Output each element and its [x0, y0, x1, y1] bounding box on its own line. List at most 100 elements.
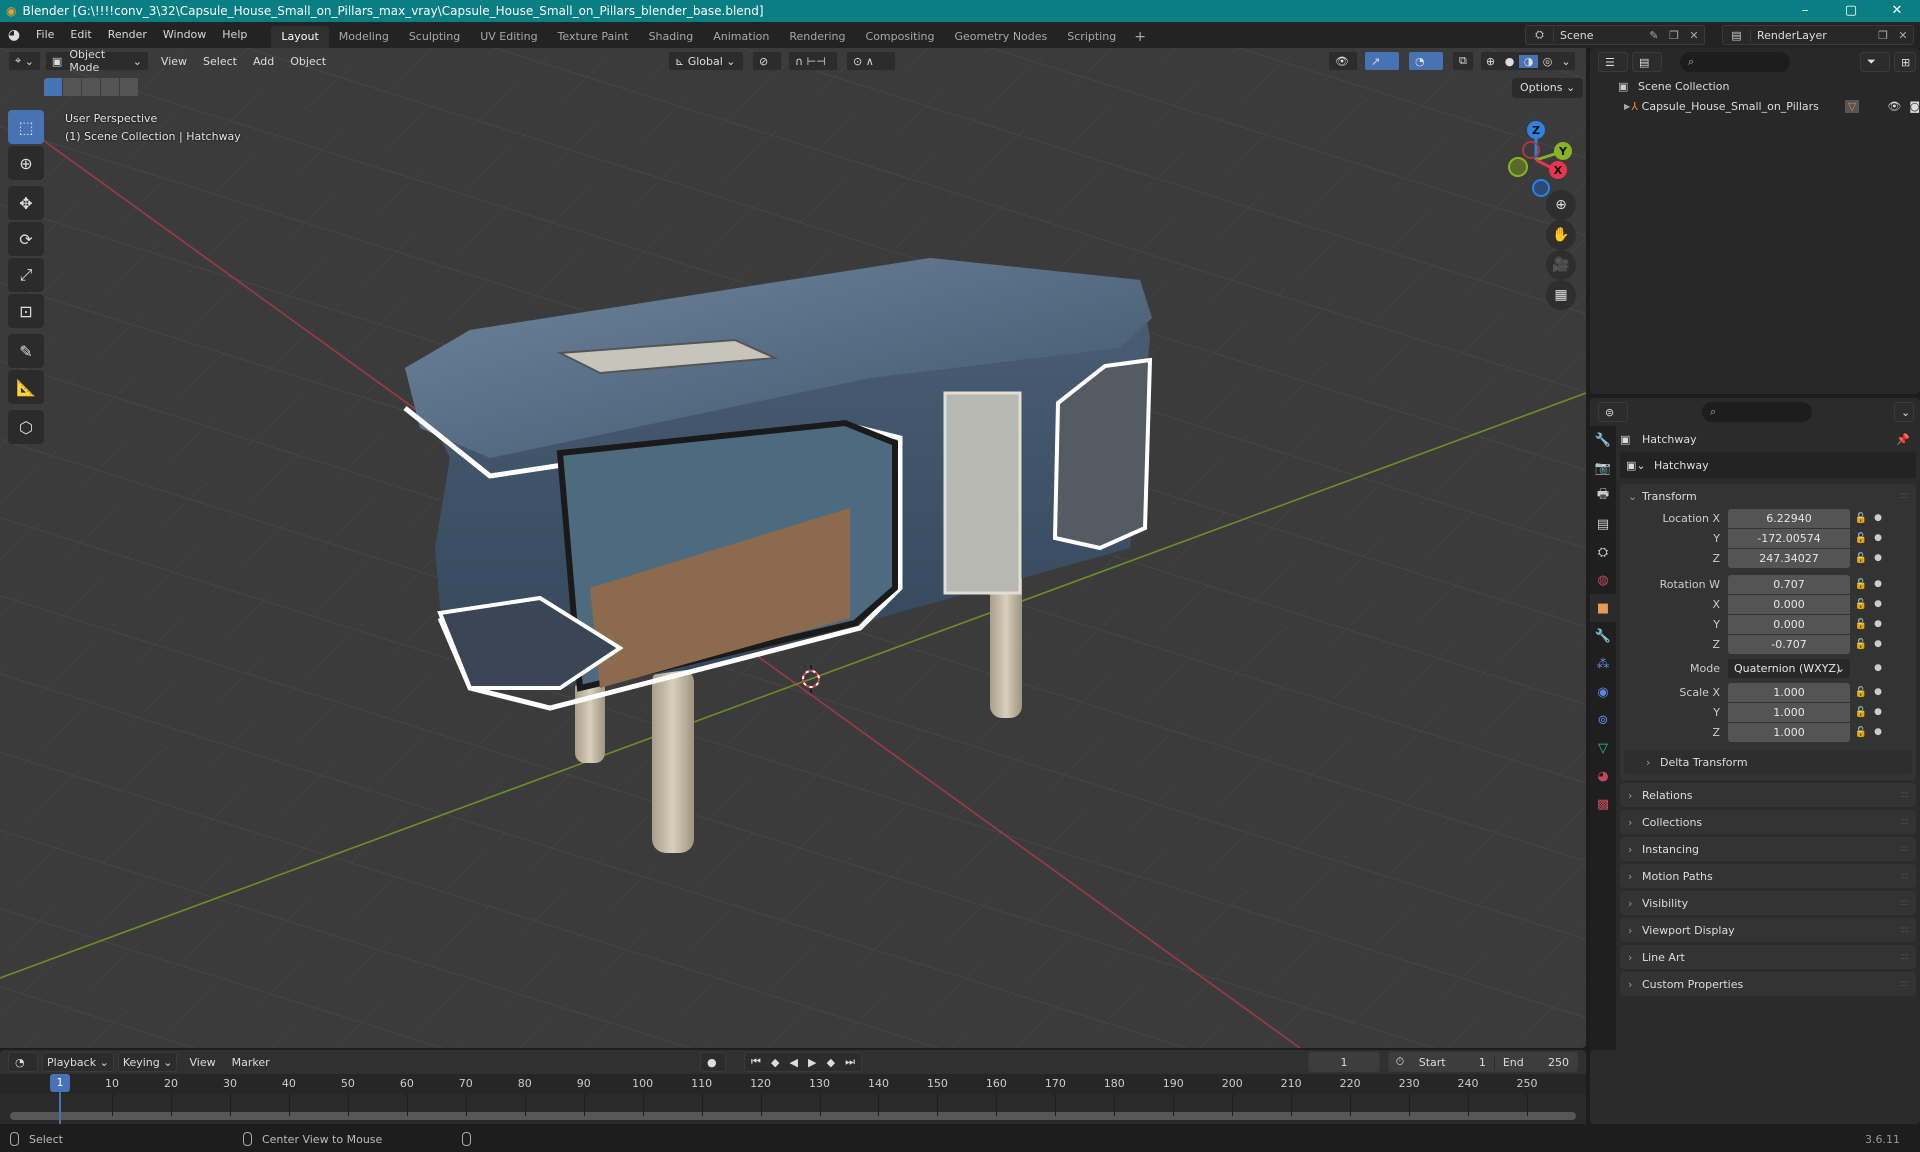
transform-tool[interactable]: ⊡	[8, 294, 44, 328]
output-tab[interactable]: 🖶	[1590, 482, 1616, 510]
eye-icon[interactable]: 👁	[1887, 100, 1901, 113]
rotation-mode-dropdown[interactable]: Quaternion (WXYZ) ⌄	[1728, 659, 1850, 678]
start-frame-field[interactable]: Start 1	[1411, 1056, 1494, 1069]
scale-x-field[interactable]: 1.000	[1728, 683, 1850, 702]
timeline-scrollbar[interactable]	[10, 1112, 1576, 1120]
tab-scripting[interactable]: Scripting	[1057, 26, 1126, 48]
new-scene-icon[interactable]: ❐	[1664, 29, 1684, 42]
keyframe-dot-icon[interactable]: ●	[1872, 513, 1884, 523]
visibility-panel[interactable]: › Visibility::::	[1620, 891, 1916, 915]
modifier-icon[interactable]: ▽	[1844, 99, 1860, 113]
navigation-gizmo[interactable]: Z Y X	[1496, 110, 1586, 240]
properties-search-input[interactable]: ⌕	[1702, 402, 1812, 422]
new-view-layer-icon[interactable]: ❐	[1873, 29, 1893, 42]
delete-view-layer-icon[interactable]: ✕	[1893, 29, 1913, 42]
relations-panel[interactable]: › Relations::::	[1620, 783, 1916, 807]
drag-grip-icon[interactable]: ::::	[1900, 925, 1909, 935]
properties-editor-type[interactable]: ⊜	[1598, 402, 1628, 422]
drag-grip-icon[interactable]: ::::	[1900, 871, 1909, 881]
menu-object[interactable]: Object	[282, 55, 334, 68]
select-invert-icon[interactable]	[101, 78, 119, 96]
outliner-item[interactable]: ▶ ⅄ Capsule_House_Small_on_Pillars ▽ 👁 ◙	[1590, 96, 1920, 116]
expand-arrow-icon[interactable]: ▶	[1624, 102, 1631, 111]
drag-grip-icon[interactable]: ::::	[1900, 491, 1909, 501]
rotation-y-field[interactable]: 0.000	[1728, 615, 1850, 634]
pin-icon[interactable]: ✎	[1644, 29, 1664, 42]
render-tab[interactable]: 📷	[1590, 454, 1616, 482]
minimize-button[interactable]: –	[1782, 0, 1828, 22]
add-workspace-button[interactable]: +	[1126, 26, 1154, 48]
viewport-display-panel[interactable]: › Viewport Display::::	[1620, 918, 1916, 942]
collections-panel[interactable]: › Collections::::	[1620, 810, 1916, 834]
drag-grip-icon[interactable]: ::::	[1900, 844, 1909, 854]
modifier-tab[interactable]: 🔧	[1590, 622, 1616, 650]
new-collection-button[interactable]: ⊞	[1894, 52, 1916, 72]
auto-keying-toggle[interactable]: ●	[700, 1052, 726, 1072]
datablock-name[interactable]: Hatchway	[1654, 459, 1709, 472]
options-dropdown[interactable]: Options ⌄	[1512, 78, 1584, 98]
mode-dropdown[interactable]: ▣ Object Mode ⌄	[44, 48, 149, 74]
select-new-icon[interactable]	[44, 78, 62, 96]
constraints-tab[interactable]: ⊚	[1590, 706, 1616, 734]
keyframe-dot-icon[interactable]: ●	[1872, 619, 1884, 629]
current-frame-field[interactable]: 1	[1308, 1052, 1380, 1072]
tab-uv-editing[interactable]: UV Editing	[470, 26, 547, 48]
overlays-toggle[interactable]: ◔	[1408, 51, 1444, 71]
delta-transform-subpanel[interactable]: › Delta Transform	[1624, 750, 1912, 774]
keying-dropdown[interactable]: Keying ⌄	[117, 1052, 178, 1072]
jump-end-icon[interactable]: ⏭	[845, 1055, 855, 1069]
shading-options-icon[interactable]: ⌄	[1557, 55, 1575, 68]
drag-grip-icon[interactable]: ::::	[1900, 898, 1909, 908]
material-tab[interactable]: ◕	[1590, 762, 1616, 790]
editor-type-button[interactable]: ⌖ ⌄	[8, 51, 41, 71]
rotation-x-field[interactable]: 0.000	[1728, 595, 1850, 614]
move-tool[interactable]: ✥	[8, 186, 44, 220]
tool-tab[interactable]: 🔧	[1590, 426, 1616, 454]
view-layer-name[interactable]: RenderLayer	[1751, 29, 1873, 42]
menu-render[interactable]: Render	[100, 22, 155, 48]
pin-icon[interactable]: 📌	[1896, 433, 1910, 446]
display-mode-dropdown[interactable]: ▤	[1632, 52, 1662, 72]
stopwatch-icon[interactable]: ⏱	[1389, 1055, 1411, 1069]
tab-animation[interactable]: Animation	[703, 26, 779, 48]
menu-file[interactable]: File	[28, 22, 62, 48]
timeline-ruler[interactable]: 10 20 30 40 50 60 70 80 90 100 110 120 130 140 150 160 1…	[0, 1074, 1586, 1094]
location-x-field[interactable]: 6.22940	[1728, 509, 1850, 528]
outliner-editor-type[interactable]: ☰	[1598, 52, 1628, 72]
scene-tab[interactable]: ⛭	[1590, 538, 1616, 566]
keyframe-dot-icon[interactable]: ●	[1872, 533, 1884, 543]
lock-icon[interactable]: 🔓	[1850, 553, 1872, 564]
tab-modeling[interactable]: Modeling	[329, 26, 399, 48]
instancing-panel[interactable]: › Instancing::::	[1620, 837, 1916, 861]
play-reverse-icon[interactable]: ◀	[790, 1056, 798, 1069]
delete-scene-icon[interactable]: ✕	[1684, 29, 1704, 42]
camera-view-button[interactable]: 🎥	[1546, 250, 1576, 280]
timeline-track-area[interactable]	[0, 1094, 1586, 1124]
proportional-editing-toggle[interactable]: ⊙ ∧	[846, 51, 896, 71]
tab-rendering[interactable]: Rendering	[779, 26, 855, 48]
scale-tool[interactable]: ⤢	[8, 258, 44, 292]
drag-grip-icon[interactable]: ::::	[1900, 790, 1909, 800]
location-z-field[interactable]: 247.34027	[1728, 549, 1850, 568]
xray-toggle[interactable]: ⧉	[1452, 51, 1474, 71]
world-tab[interactable]: ◍	[1590, 566, 1616, 594]
data-tab[interactable]: ▽	[1590, 734, 1616, 762]
end-frame-field[interactable]: End 250	[1493, 1055, 1577, 1069]
drag-grip-icon[interactable]: ::::	[1900, 817, 1909, 827]
tab-compositing[interactable]: Compositing	[856, 26, 945, 48]
menu-help[interactable]: Help	[214, 22, 255, 48]
lock-icon[interactable]: 🔓	[1850, 533, 1872, 544]
rotation-z-field[interactable]: -0.707	[1728, 635, 1850, 654]
wireframe-shading-icon[interactable]: ⊕	[1481, 55, 1500, 68]
keyframe-dot-icon[interactable]: ●	[1872, 707, 1884, 717]
play-icon[interactable]: ▶	[808, 1056, 816, 1069]
keyframe-dot-icon[interactable]: ●	[1872, 639, 1884, 649]
line-art-panel[interactable]: › Line Art::::	[1620, 945, 1916, 969]
object-tab[interactable]: ■	[1590, 594, 1616, 622]
next-keyframe-icon[interactable]: ◆	[827, 1056, 835, 1069]
rotate-tool[interactable]: ⟳	[8, 222, 44, 256]
menu-select[interactable]: Select	[195, 55, 245, 68]
timeline-menu-marker[interactable]: Marker	[224, 1056, 278, 1069]
location-y-field[interactable]: -172.00574	[1728, 529, 1850, 548]
menu-view[interactable]: View	[153, 55, 195, 68]
